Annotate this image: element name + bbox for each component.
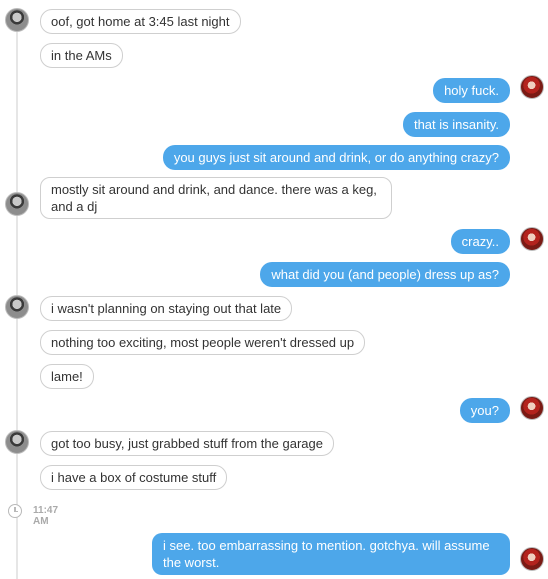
contact-avatar[interactable] [5,295,29,319]
contact-avatar[interactable] [5,8,29,32]
contact-avatar[interactable] [5,192,29,216]
contact-avatar[interactable] [5,430,29,454]
timestamp-label: 11:47 AM [33,505,59,527]
incoming-message[interactable]: in the AMs [40,43,123,68]
outgoing-message[interactable]: you guys just sit around and drink, or d… [162,145,510,170]
clock-icon [8,504,22,518]
incoming-message[interactable]: nothing too exciting, most people weren'… [40,330,366,355]
incoming-message[interactable]: i wasn't planning on staying out that la… [40,296,293,321]
outgoing-message[interactable]: holy fuck. [433,78,510,103]
user-avatar[interactable] [520,75,544,99]
outgoing-message[interactable]: i see. too embarrassing to mention. gotc… [152,533,510,575]
user-avatar[interactable] [520,396,544,420]
chat-transcript[interactable]: oof, got home at 3:45 last night in the … [0,0,548,579]
outgoing-message[interactable]: that is insanity. [402,112,510,137]
incoming-message[interactable]: i have a box of costume stuff [40,465,228,490]
outgoing-message[interactable]: you? [459,398,510,423]
incoming-message[interactable]: got too busy, just grabbed stuff from th… [40,431,334,456]
incoming-message[interactable]: oof, got home at 3:45 last night [40,9,241,34]
incoming-message[interactable]: lame! [40,364,94,389]
user-avatar[interactable] [520,547,544,571]
user-avatar[interactable] [520,227,544,251]
incoming-message[interactable]: mostly sit around and drink, and dance. … [40,177,392,219]
outgoing-message[interactable]: crazy.. [450,229,510,254]
outgoing-message[interactable]: what did you (and people) dress up as? [260,262,510,287]
